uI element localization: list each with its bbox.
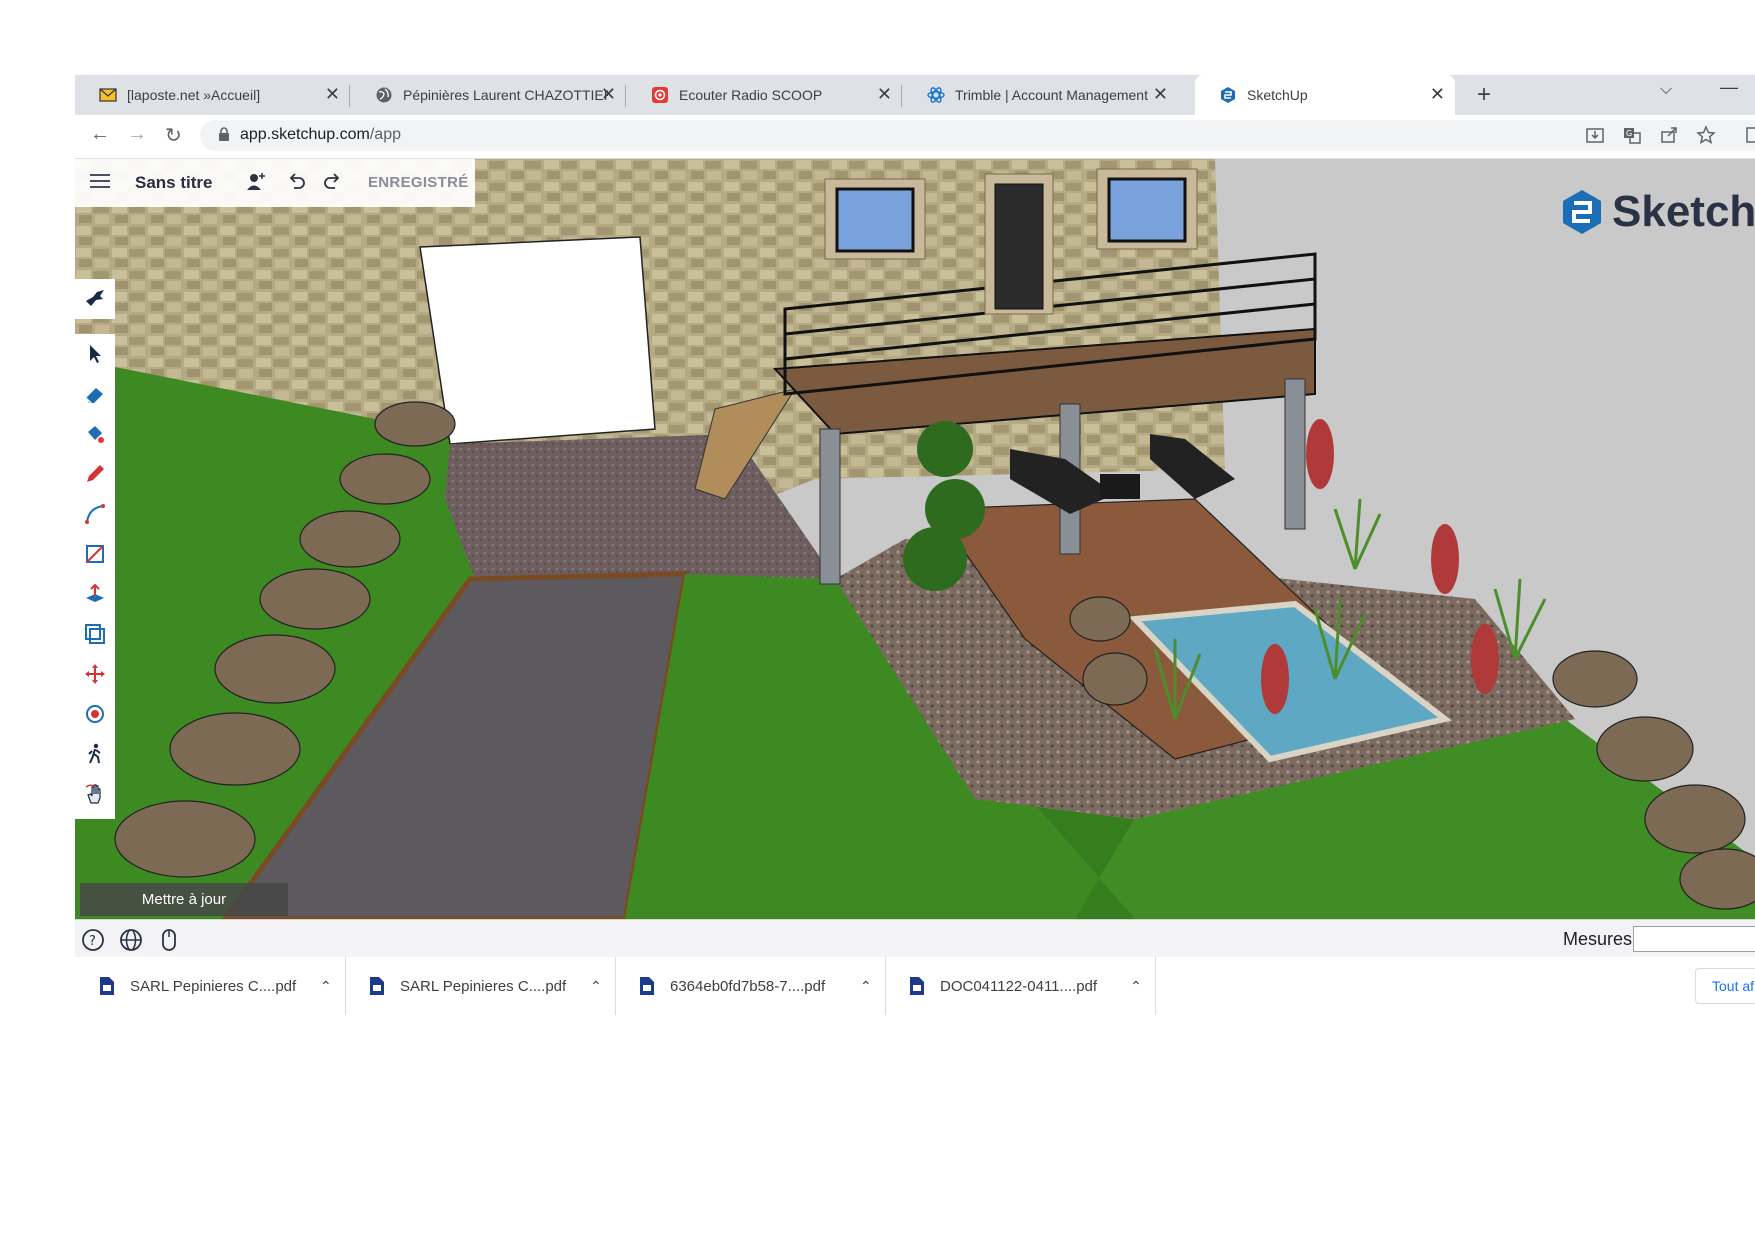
svg-text:G: G <box>1626 129 1632 138</box>
download-bar: SARL Pepinieres C....pdf ⌃ SARL Pepinier… <box>75 957 1755 1015</box>
tab-title: Trimble | Account Management <box>955 87 1148 103</box>
minimize-button[interactable]: — <box>1720 77 1738 98</box>
status-bar: ? Mesures <box>75 919 1755 959</box>
pencil-icon[interactable] <box>83 462 107 486</box>
logo-text: SketchU <box>1612 187 1755 236</box>
download-filename: 6364eb0fd7b58-7....pdf <box>670 977 826 995</box>
eraser-icon[interactable] <box>83 382 107 406</box>
trimble-icon <box>927 87 945 103</box>
offset-icon[interactable] <box>83 622 107 646</box>
lock-icon <box>219 127 229 141</box>
download-filename: SARL Pepinieres C....pdf <box>130 977 297 995</box>
install-app-icon[interactable] <box>1585 125 1605 145</box>
globe-language-icon[interactable] <box>119 928 143 952</box>
download-filename: SARL Pepinieres C....pdf <box>400 977 567 995</box>
close-icon[interactable]: ✕ <box>325 84 340 105</box>
share-page-icon[interactable] <box>1659 125 1679 145</box>
tab-strip: [laposte.net »Accueil] ✕ Pépinières Laur… <box>75 75 1755 115</box>
chevron-up-icon[interactable]: ⌃ <box>590 978 602 995</box>
arc-icon[interactable] <box>83 502 107 526</box>
mouse-icon[interactable] <box>157 928 181 952</box>
app-header: Sans titre ENREGISTRÉ <box>75 159 475 207</box>
save-status: ENREGISTRÉ <box>368 174 469 191</box>
undo-icon[interactable] <box>287 173 307 191</box>
download-item[interactable]: 6364eb0fd7b58-7....pdf ⌃ <box>615 957 886 1015</box>
tab-trimble[interactable]: Trimble | Account Management ✕ <box>903 75 1178 115</box>
hand-icon[interactable] <box>83 782 107 806</box>
reload-button[interactable]: ↻ <box>165 123 182 148</box>
translate-icon[interactable]: G <box>1622 125 1642 145</box>
chevron-up-icon[interactable]: ⌃ <box>860 978 872 995</box>
download-item[interactable]: SARL Pepinieres C....pdf ⌃ <box>75 957 346 1015</box>
url-path: /app <box>369 126 401 143</box>
add-user-icon[interactable] <box>245 171 267 193</box>
tab-search-icon[interactable]: ⌵ <box>1660 81 1672 99</box>
measurements-input[interactable] <box>1633 926 1755 952</box>
orbit-icon[interactable] <box>83 702 107 726</box>
close-icon[interactable]: ✕ <box>1153 84 1168 105</box>
move-icon[interactable] <box>83 662 107 686</box>
pdf-file-icon <box>640 977 654 995</box>
mail-icon <box>99 88 117 102</box>
url-text: app.sketchup.com/app <box>240 126 401 144</box>
sidebar-icon[interactable] <box>1745 125 1755 145</box>
3d-model-scene[interactable] <box>75 159 1755 919</box>
measurements-label: Mesures <box>1563 929 1633 949</box>
redo-icon[interactable] <box>322 173 342 191</box>
tab-pepinieres[interactable]: Pépinières Laurent CHAZOTTIER ✕ <box>351 75 626 115</box>
tab-title: SketchUp <box>1247 87 1308 103</box>
svg-text:?: ? <box>89 934 96 949</box>
close-icon[interactable]: ✕ <box>601 84 616 105</box>
tool-palette-top <box>75 279 115 319</box>
push-pull-icon[interactable] <box>83 582 107 606</box>
browser-window: [laposte.net »Accueil] ✕ Pépinières Laur… <box>75 75 1755 1015</box>
document-title[interactable]: Sans titre <box>135 173 212 193</box>
pdf-file-icon <box>910 977 924 995</box>
download-item[interactable]: SARL Pepinieres C....pdf ⌃ <box>345 957 616 1015</box>
tool-palette <box>75 334 115 819</box>
update-button[interactable]: Mettre à jour <box>80 883 288 916</box>
tab-title: Pépinières Laurent CHAZOTTIER <box>403 87 608 103</box>
new-tab-button[interactable]: + <box>1477 81 1491 109</box>
download-item[interactable]: DOC041122-0411....pdf ⌃ <box>885 957 1156 1015</box>
help-icon[interactable]: ? <box>81 928 105 952</box>
show-all-downloads-button[interactable]: Tout af <box>1695 968 1755 1004</box>
select-icon[interactable] <box>83 342 107 366</box>
sketchup-logo-icon <box>1563 190 1601 234</box>
tab-laposte[interactable]: [laposte.net »Accueil] ✕ <box>75 75 350 115</box>
download-filename: DOC041122-0411....pdf <box>940 977 1098 995</box>
sketchup-logo: SketchU <box>1560 187 1755 237</box>
address-bar[interactable]: app.sketchup.com/app G <box>200 120 1755 151</box>
tab-title: Ecouter Radio SCOOP <box>679 87 823 103</box>
instructor-icon[interactable] <box>83 287 107 311</box>
pdf-file-icon <box>100 977 114 995</box>
chevron-up-icon[interactable]: ⌃ <box>320 978 332 995</box>
hamburger-menu-icon[interactable] <box>90 173 110 189</box>
walk-icon[interactable] <box>83 742 107 766</box>
sketchup-icon <box>1221 87 1235 103</box>
rectangle-icon[interactable] <box>83 542 107 566</box>
url-host: app.sketchup.com <box>240 126 370 143</box>
tab-separator <box>901 85 902 107</box>
tab-radio[interactable]: Ecouter Radio SCOOP ✕ <box>627 75 902 115</box>
tab-title: [laposte.net »Accueil] <box>127 87 261 103</box>
forward-button[interactable]: → <box>127 123 147 146</box>
close-icon[interactable]: ✕ <box>1430 84 1445 105</box>
globe-icon <box>376 87 392 103</box>
browser-toolbar: ← → ↻ app.sketchup.com/app G <box>75 115 1755 159</box>
tab-sketchup[interactable]: SketchUp ✕ <box>1195 75 1455 115</box>
chevron-up-icon[interactable]: ⌃ <box>1130 978 1142 995</box>
paint-bucket-icon[interactable] <box>83 422 107 446</box>
close-icon[interactable]: ✕ <box>877 84 892 105</box>
model-viewport[interactable]: Sans titre ENREGISTRÉ SketchU <box>75 159 1755 919</box>
radio-icon <box>652 87 668 103</box>
back-button[interactable]: ← <box>90 123 110 146</box>
tab-separator <box>349 85 350 107</box>
bookmark-star-icon[interactable] <box>1696 125 1716 145</box>
pdf-file-icon <box>370 977 384 995</box>
tab-separator <box>625 85 626 107</box>
